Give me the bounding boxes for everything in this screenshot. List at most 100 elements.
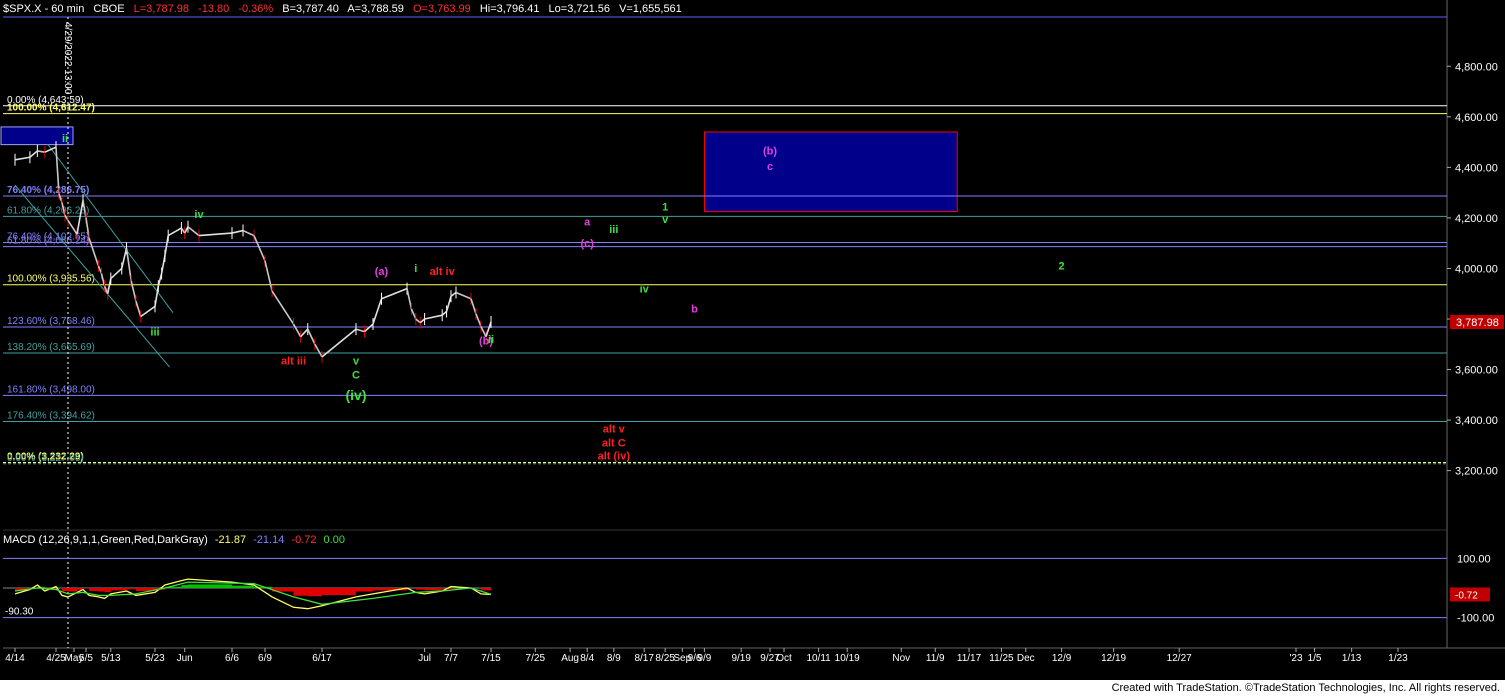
wave-label: (b) — [763, 146, 777, 158]
price-segment — [120, 248, 128, 269]
wave-label: alt v — [603, 424, 626, 436]
macd-histogram-bar — [89, 588, 99, 591]
ask-value: A=3,788.59 — [347, 3, 404, 15]
wave-label: iv — [640, 283, 650, 295]
fib-level-label: 161.80% (3,498.00) — [7, 384, 95, 395]
price-segment — [14, 156, 31, 161]
open-value: O=3,763.99 — [412, 3, 471, 15]
price-segment — [475, 313, 482, 327]
time-axis-label: 12/27 — [1167, 653, 1192, 664]
price-axis-label: 4,800.00 — [1455, 61, 1498, 73]
change-value: -13.80 — [198, 3, 230, 15]
price-segment — [29, 150, 38, 158]
time-axis-label: 1/5 — [1308, 653, 1322, 664]
price-segment — [264, 260, 273, 292]
macd-value-3: -0.72 — [291, 534, 317, 546]
wave-label: alt iv — [430, 266, 456, 278]
time-axis-label: 4/14 — [5, 653, 25, 664]
macd-histogram-bar — [415, 588, 425, 590]
macd-histogram-bar — [83, 588, 90, 589]
time-axis-label: 4/25 — [46, 653, 66, 664]
time-axis-label: 12/19 — [1101, 653, 1126, 664]
time-axis-label: 5/5 — [79, 653, 93, 664]
time-axis-label: Dec — [1017, 653, 1035, 664]
exchange-label: CBOE — [93, 3, 125, 15]
time-axis-label: 7/7 — [444, 653, 458, 664]
time-axis-label: 10/11 — [806, 653, 831, 664]
price-segment — [140, 305, 156, 318]
price-segment — [410, 308, 417, 320]
price-segment — [167, 227, 182, 237]
time-axis-label: 11/25 — [989, 653, 1014, 664]
macd-axis-label: 100.00 — [1457, 553, 1491, 565]
wave-label: alt iii — [281, 355, 306, 367]
price-segment — [455, 291, 472, 300]
change-percent: -0.36% — [238, 3, 274, 15]
wave-label: 2 — [1059, 261, 1065, 273]
macd-histogram-bar — [356, 588, 373, 592]
macd-value-tag-label: -0.72 — [1455, 590, 1478, 601]
price-segment — [231, 229, 244, 234]
time-axis-label: 7/15 — [481, 653, 501, 664]
macd-header: MACD (12,26,9,1,1,Green,Red,DarkGray) -2… — [3, 534, 349, 546]
wave-label: iv — [194, 209, 204, 221]
wave-label: 1 — [662, 201, 668, 213]
macd-histogram-bar — [126, 588, 136, 590]
time-axis-label: 8/25 — [655, 653, 675, 664]
macd-histogram-bar — [481, 588, 491, 591]
price-segment — [292, 323, 302, 338]
price-segment — [187, 226, 200, 237]
wave-label: a — [584, 216, 591, 228]
price-segment — [406, 288, 413, 310]
wave-label: b — [691, 304, 698, 316]
time-axis-label: Oct — [776, 653, 792, 664]
price-axis-label: 4,400.00 — [1455, 162, 1498, 174]
last-price: L=3,787.98 — [133, 3, 190, 15]
macd-value-4: 0.00 — [323, 534, 345, 546]
price-segment — [307, 328, 316, 345]
macd-label: MACD (12,26,9,1,1,Green,Red,DarkGray) — [3, 534, 208, 546]
price-segment — [419, 318, 426, 324]
macd-histogram-bar — [322, 588, 356, 596]
time-axis-label: 1/23 — [1388, 653, 1408, 664]
time-axis-label: 11/17 — [957, 653, 982, 664]
price-segment — [242, 229, 255, 237]
time-axis-label: '23 — [1289, 653, 1302, 664]
time-axis-label: 5/13 — [101, 653, 121, 664]
channel-upper-line — [47, 144, 174, 313]
macd-histogram-bar — [307, 588, 322, 597]
macd-low-label: -90.30 — [5, 607, 34, 618]
wave-label: (iv) — [346, 387, 367, 403]
macd-histogram-bar — [104, 588, 111, 593]
wave-label: C — [352, 369, 360, 381]
price-segment — [300, 328, 309, 338]
price-chart[interactable]: 0.00% (4,643.59)100.00% (4,612.47)76.40%… — [0, 0, 1505, 680]
volume-value: V=1,655,561 — [619, 3, 682, 15]
time-axis-label: 9/19 — [731, 653, 751, 664]
time-axis-label: 10/19 — [835, 653, 860, 664]
high-value: Hi=3,796.41 — [479, 3, 540, 15]
price-segment — [314, 343, 323, 358]
price-segment — [445, 296, 452, 312]
time-axis-label: 1/13 — [1342, 653, 1362, 664]
price-segment — [381, 287, 408, 300]
time-axis-label: Jul — [418, 653, 431, 664]
time-axis-label: 12/9 — [1052, 653, 1072, 664]
time-axis-label: 8/17 — [634, 653, 654, 664]
time-axis-label: 5/23 — [145, 653, 165, 664]
price-axis-label: 4,600.00 — [1455, 112, 1498, 124]
macd-histogram-bar — [181, 585, 188, 588]
wave-label: iii — [609, 224, 618, 236]
fib-level-label: 100.00% (3,935.56) — [7, 274, 95, 285]
wave-label: alt (iv) — [598, 450, 631, 462]
price-segment — [470, 298, 477, 315]
fib-level-label: 138.20% (3,665.69) — [7, 342, 95, 353]
fib-level-label: 0.00% (3,227.05) — [7, 453, 84, 464]
chart-header: $SPX.X - 60 min CBOE L=3,787.98 -13.80 -… — [3, 3, 688, 15]
price-segment — [450, 291, 457, 297]
macd-axis-label: -100.00 — [1457, 613, 1494, 625]
price-segment — [37, 150, 45, 153]
price-segment — [372, 298, 383, 325]
wave-label: i — [414, 263, 417, 275]
price-segment — [110, 267, 123, 280]
